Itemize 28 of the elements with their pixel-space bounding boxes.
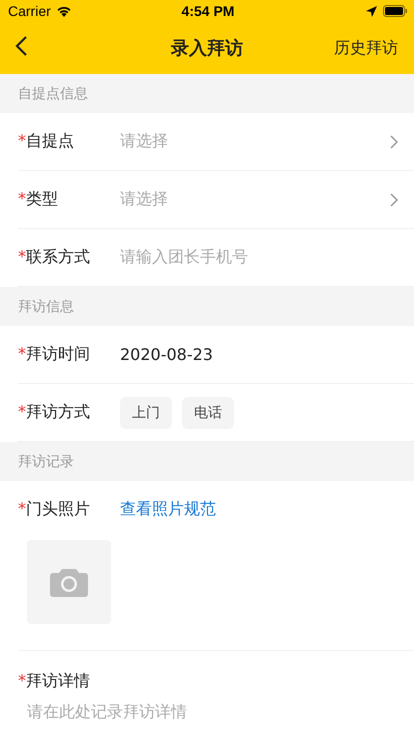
option-chip[interactable]: 电话 (182, 396, 234, 428)
select-row[interactable]: *自提点 请选择 (18, 113, 414, 171)
field-label: *拜访方式 (18, 402, 91, 423)
history-button[interactable]: 历史拜访 (334, 38, 398, 58)
chevron-right-icon (390, 192, 398, 206)
section-header: 拜访记录 (0, 442, 414, 481)
clock-time: 4:54 PM (180, 3, 236, 19)
page-title: 录入拜访 (171, 38, 243, 59)
select-row[interactable]: *类型 请选择 (18, 171, 414, 229)
date-value[interactable]: 2020-08-23 (120, 345, 398, 364)
field-label: *拜访时间 (18, 344, 91, 365)
option-chip[interactable]: 上门 (120, 396, 172, 428)
chevron-right-icon (390, 134, 398, 148)
field-label: *门头照片 (18, 498, 91, 520)
wifi-icon (56, 5, 72, 17)
camera-icon (49, 566, 89, 598)
field-label: *联系方式 (18, 247, 91, 268)
section-header: 拜访信息 (0, 287, 414, 326)
field-label: *自提点 (18, 131, 75, 152)
field-label: *拜访详情 (18, 671, 91, 692)
battery-icon (382, 5, 408, 17)
location-arrow-icon (366, 6, 377, 16)
carrier-label: Carrier (8, 3, 51, 19)
field-label: *类型 (18, 189, 59, 210)
photo-guide-link[interactable]: 查看照片规范 (120, 498, 216, 520)
section-header: 自提点信息 (0, 74, 414, 113)
select-placeholder: 请选择 (120, 189, 169, 210)
select-placeholder: 请选择 (120, 131, 169, 152)
